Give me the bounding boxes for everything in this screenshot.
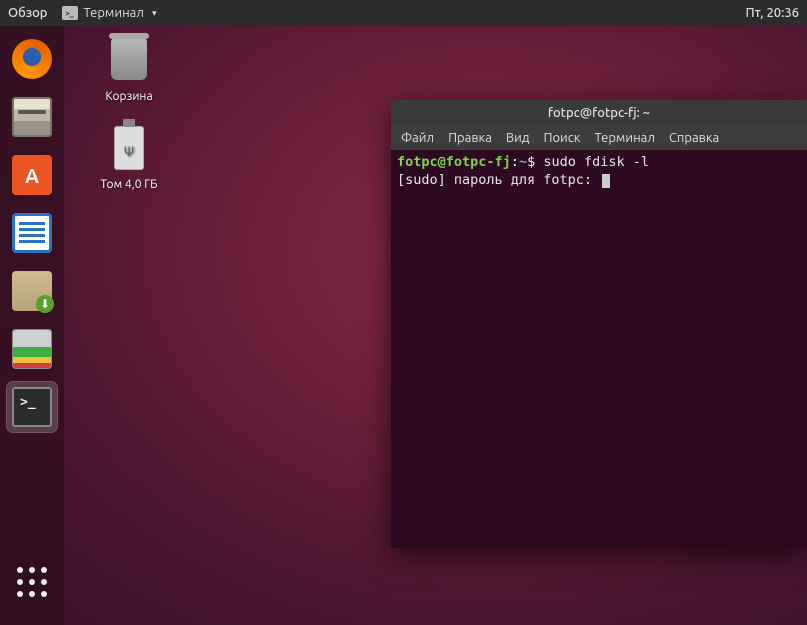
apps-grid-icon xyxy=(17,567,47,597)
show-applications-button[interactable] xyxy=(7,557,57,607)
desktop-icon-label: Том 4,0 ГБ xyxy=(84,178,174,191)
prompt-sep: : xyxy=(511,154,519,170)
trash-icon xyxy=(111,38,147,80)
usb-drive-icon xyxy=(114,126,144,170)
top-panel: Обзор Терминал ▾ Пт, 20:36 xyxy=(0,0,807,26)
terminal-cursor xyxy=(602,174,610,188)
activities-button[interactable]: Обзор xyxy=(8,6,48,20)
menu-edit[interactable]: Правка xyxy=(448,131,492,145)
terminal-menubar: Файл Правка Вид Поиск Терминал Справка xyxy=(391,126,807,150)
menu-help[interactable]: Справка xyxy=(669,131,719,145)
launcher-terminal[interactable] xyxy=(7,382,57,432)
firefox-icon xyxy=(12,39,52,79)
launcher-files[interactable] xyxy=(7,92,57,142)
menu-terminal[interactable]: Терминал xyxy=(594,131,654,145)
menu-search[interactable]: Поиск xyxy=(543,131,580,145)
clock[interactable]: Пт, 20:36 xyxy=(746,6,800,20)
window-title: fotpc@fotpc-fj: ~ xyxy=(548,106,650,120)
terminal-icon xyxy=(62,6,78,20)
terminal-line: [sudo] пароль для fotpc: xyxy=(397,172,600,188)
launcher-disks[interactable] xyxy=(7,324,57,374)
files-icon xyxy=(12,97,52,137)
launcher-software[interactable] xyxy=(7,150,57,200)
launcher-installer[interactable] xyxy=(7,266,57,316)
terminal-icon xyxy=(12,387,52,427)
prompt-end: $ xyxy=(527,154,535,170)
software-icon xyxy=(12,155,52,195)
launcher-dock xyxy=(0,26,64,625)
desktop-icon-volume[interactable]: Том 4,0 ГБ xyxy=(84,126,174,191)
disks-icon xyxy=(12,329,52,369)
app-menu-label: Терминал xyxy=(84,6,144,20)
desktop[interactable]: Корзина Том 4,0 ГБ fotpc@fotpc-fj: ~ Фай… xyxy=(64,26,807,625)
terminal-window[interactable]: fotpc@fotpc-fj: ~ Файл Правка Вид Поиск … xyxy=(391,100,807,548)
chevron-down-icon: ▾ xyxy=(152,8,157,19)
app-menu[interactable]: Терминал ▾ xyxy=(62,6,157,20)
terminal-command: sudo fdisk -l xyxy=(543,154,649,170)
menu-file[interactable]: Файл xyxy=(401,131,434,145)
menu-view[interactable]: Вид xyxy=(506,131,530,145)
desktop-icon-trash[interactable]: Корзина xyxy=(84,38,174,103)
desktop-icon-label: Корзина xyxy=(84,90,174,103)
launcher-firefox[interactable] xyxy=(7,34,57,84)
window-title-bar[interactable]: fotpc@fotpc-fj: ~ xyxy=(391,100,807,126)
prompt-path: ~ xyxy=(519,154,527,170)
writer-icon xyxy=(12,213,52,253)
installer-icon xyxy=(12,271,52,311)
prompt-user: fotpc@fotpc-fj xyxy=(397,154,511,170)
launcher-writer[interactable] xyxy=(7,208,57,258)
terminal-body[interactable]: fotpc@fotpc-fj:~$ sudo fdisk -l [sudo] п… xyxy=(391,150,807,548)
